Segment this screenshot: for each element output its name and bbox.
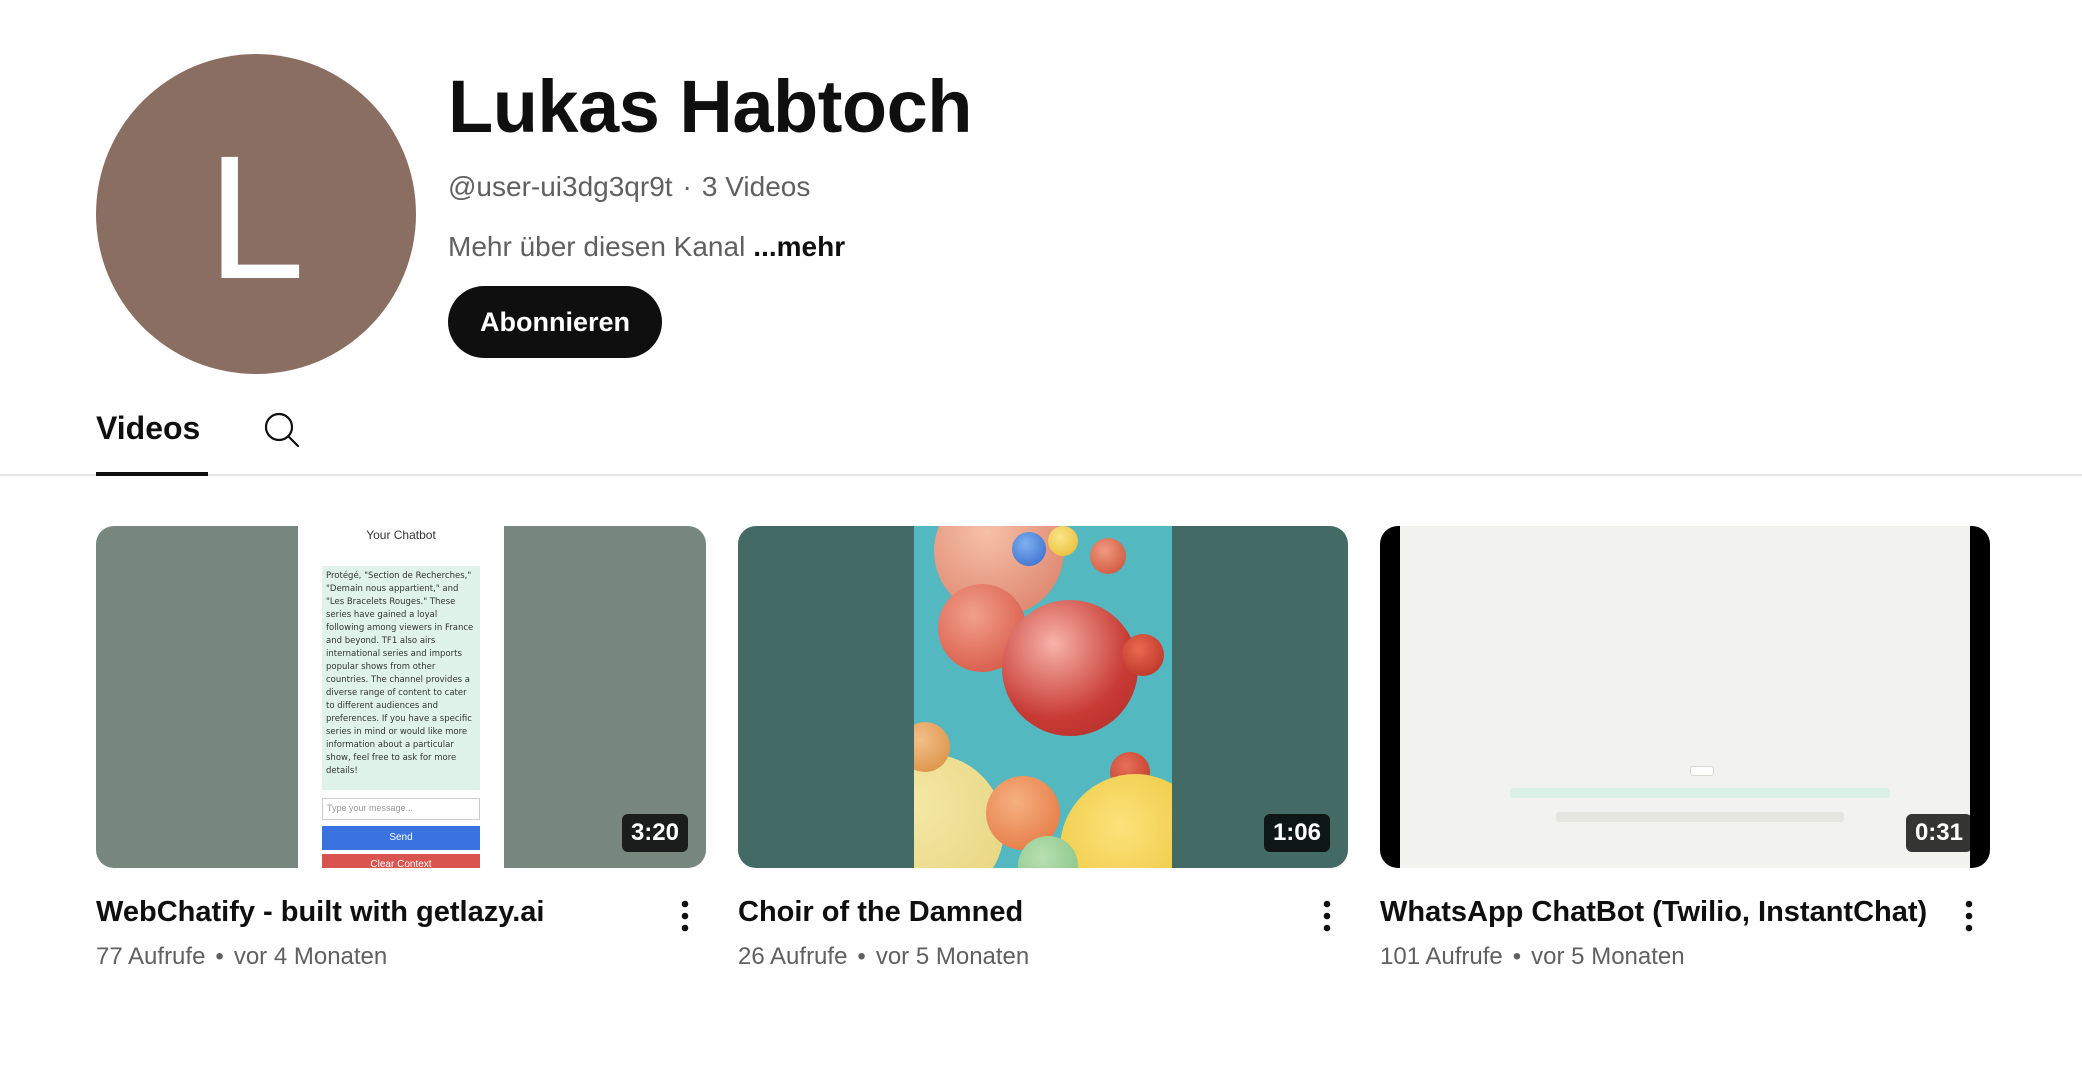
video-count: 3 Videos <box>701 171 811 202</box>
chatbot-send-button: Send <box>322 826 480 850</box>
more-actions-icon[interactable] <box>1312 894 1342 938</box>
video-card[interactable]: Your Chatbot Protégé, "Section de Recher… <box>96 526 706 972</box>
avatar-letter: L <box>207 120 305 316</box>
kebab-icon <box>681 900 689 932</box>
more-link[interactable]: ...mehr <box>753 230 845 264</box>
channel-info: Lukas Habtoch @user-ui3dg3qr9t · 3 Video… <box>448 62 972 358</box>
video-title[interactable]: WhatsApp ChatBot (Twilio, InstantChat) <box>1380 894 1990 930</box>
video-duration: 3:20 <box>621 814 688 852</box>
tab-active-indicator <box>96 472 208 476</box>
video-card[interactable]: 1:06 Choir of the Damned 26 Aufrufe • vo… <box>738 526 1348 972</box>
stats-separator: • <box>857 943 866 970</box>
stats-separator: • <box>215 943 224 970</box>
chatbot-clear-button: Clear Context <box>322 854 480 868</box>
chatbot-input: Type your message... <box>322 798 480 820</box>
channel-avatar: L <box>96 54 416 374</box>
channel-name: Lukas Habtoch <box>448 65 972 148</box>
video-stats: 77 Aufrufe • vor 4 Monaten <box>96 942 706 972</box>
video-thumbnail[interactable]: 1:06 <box>738 526 1348 868</box>
video-age: vor 5 Monaten <box>875 943 1030 970</box>
tab-videos-label[interactable]: Videos <box>96 410 200 446</box>
search-icon-svg <box>264 412 300 448</box>
video-stats: 101 Aufrufe • vor 5 Monaten <box>1380 942 1990 972</box>
video-title[interactable]: Choir of the Damned <box>738 894 1348 930</box>
video-card[interactable]: 0:31 WhatsApp ChatBot (Twilio, InstantCh… <box>1380 526 1990 972</box>
video-views: 101 Aufrufe <box>1380 943 1503 970</box>
video-age: vor 5 Monaten <box>1531 943 1685 970</box>
channel-tabs: Videos <box>0 398 2082 476</box>
video-thumbnail[interactable]: Your Chatbot Protégé, "Section de Recher… <box>96 526 706 868</box>
video-duration: 1:06 <box>1263 814 1330 852</box>
kebab-icon <box>1965 900 1973 932</box>
channel-page: L Lukas Habtoch @user-ui3dg3qr9t · 3 Vid… <box>0 0 2082 1068</box>
channel-handle: @user-ui3dg3qr9t <box>448 171 673 202</box>
video-views: 26 Aufrufe <box>738 943 848 970</box>
chatbot-header: Your Chatbot <box>366 528 436 542</box>
search-icon[interactable] <box>262 410 302 450</box>
chatbot-message: Protégé, "Section de Recherches," "Demai… <box>322 566 480 790</box>
more-actions-icon[interactable] <box>670 894 700 938</box>
chatbot-panel: Your Chatbot Protégé, "Section de Recher… <box>298 526 504 868</box>
video-thumbnail[interactable]: 0:31 <box>1380 526 1990 868</box>
meta-separator: · <box>682 171 692 202</box>
stats-separator: • <box>1512 943 1522 970</box>
video-age: vor 4 Monaten <box>233 943 388 970</box>
more-actions-icon[interactable] <box>1954 894 1984 938</box>
tab-videos[interactable]: Videos <box>96 410 208 476</box>
channel-meta: @user-ui3dg3qr9t · 3 Videos <box>448 170 972 204</box>
subscribe-button[interactable]: Abonnieren <box>448 286 663 358</box>
video-title[interactable]: WebChatify - built with getlazy.ai <box>96 894 706 930</box>
kebab-icon <box>1323 900 1331 932</box>
video-stats: 26 Aufrufe • vor 5 Monaten <box>738 942 1348 972</box>
video-views: 77 Aufrufe <box>96 943 206 970</box>
whatsapp-screenshot <box>1400 526 1970 868</box>
video-duration: 0:31 <box>1905 814 1972 852</box>
bubbles-artwork <box>914 526 1172 868</box>
description-text[interactable]: Mehr über diesen Kanal <box>448 230 745 264</box>
channel-description[interactable]: Mehr über diesen Kanal ...mehr <box>448 230 972 264</box>
